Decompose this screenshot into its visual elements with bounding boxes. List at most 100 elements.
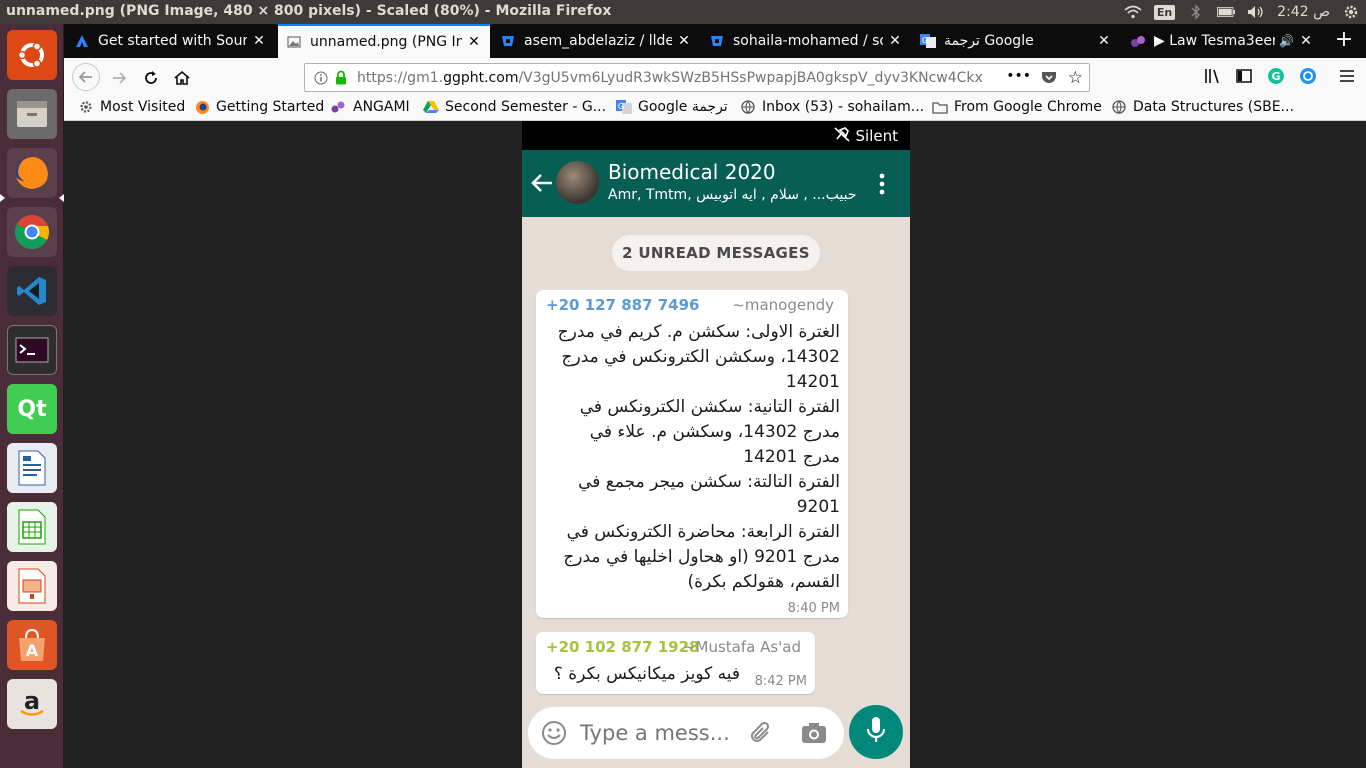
terminal-icon[interactable] (7, 325, 57, 375)
tab-label: sohaila-mohamed / so (733, 33, 883, 49)
camera-icon[interactable] (801, 722, 827, 748)
grammarly-icon[interactable]: G (1267, 67, 1285, 89)
bookmark-from-google-chrome[interactable]: From Google Chrome (932, 99, 1102, 115)
bitbucket-icon (500, 33, 516, 49)
svg-text:G: G (922, 36, 928, 45)
tab-unnamed-png[interactable]: unnamed.png (PNG In ✕ (278, 24, 490, 58)
bookmark-second-semester[interactable]: Second Semester - G... (423, 99, 606, 115)
volume-icon[interactable] (1247, 4, 1265, 20)
group-members[interactable]: Amr, Tmtm, حبيب... , سلام , ايه اتوبيس (608, 187, 868, 203)
bookmark-label: Inbox (53) - sohailam... (762, 99, 925, 115)
svg-text:a: a (24, 687, 40, 715)
close-icon[interactable]: ✕ (676, 33, 692, 49)
libreoffice-impress-icon[interactable] (7, 561, 57, 611)
gear-icon (78, 99, 94, 115)
message-input[interactable] (580, 719, 730, 747)
tab-asem-abdelaziz[interactable]: asem_abdelaziz / llder ✕ (492, 24, 700, 58)
top-panel: unnamed.png (PNG Image, 480 × 800 pixels… (0, 0, 1366, 24)
close-icon[interactable]: ✕ (1298, 33, 1314, 49)
tab-label: asem_abdelaziz / llder (524, 33, 672, 49)
libreoffice-calc-icon[interactable] (7, 502, 57, 552)
folder-icon (932, 99, 948, 115)
atlassian-icon (74, 33, 90, 49)
bitbucket-icon (709, 33, 725, 49)
tab-get-started[interactable]: Get started with Sourc ✕ (66, 24, 275, 58)
tab-google-translate[interactable]: G ترجمة Google ✕ (912, 24, 1120, 58)
launcher: Qt A a (0, 24, 64, 768)
back-arrow-icon[interactable] (531, 173, 553, 197)
emoji-icon[interactable] (541, 720, 567, 750)
window-title: unnamed.png (PNG Image, 480 × 800 pixels… (6, 3, 612, 19)
sidebar-icon[interactable] (1236, 68, 1252, 88)
speaker-icon[interactable]: 🔊 (1279, 34, 1294, 48)
paperclip-icon[interactable] (748, 720, 774, 750)
software-center-icon[interactable]: A (7, 620, 57, 670)
angami-icon (331, 99, 347, 115)
sender-phone[interactable]: +20 127 887 7496 (546, 296, 699, 314)
bookmark-getting-started[interactable]: Getting Started (194, 99, 324, 115)
music-icon (1130, 33, 1146, 49)
chrome-icon[interactable] (7, 207, 57, 257)
back-button[interactable] (72, 63, 100, 91)
voice-message-button[interactable] (849, 705, 903, 759)
bookmark-data-structures[interactable]: Data Structures (SBE... (1111, 99, 1294, 115)
files-icon[interactable] (7, 89, 57, 139)
chat-header: Biomedical 2020 Amr, Tmtm, حبيب... , سلا… (522, 150, 910, 217)
amazon-icon[interactable]: a (7, 679, 57, 729)
menu-icon[interactable] (1339, 68, 1355, 87)
clock[interactable]: 2:42 ص (1277, 4, 1330, 20)
bookmark-star-icon[interactable]: ☆ (1068, 68, 1083, 88)
sender-phone[interactable]: +20 102 877 1928 (546, 638, 699, 656)
bookmark-label: Getting Started (216, 99, 325, 115)
message-bubble[interactable]: +20 102 877 1928 ~Mustafa As'ad فيه كويز… (536, 632, 815, 694)
close-icon[interactable]: ✕ (887, 33, 903, 49)
page-actions-button[interactable]: ••• (1006, 68, 1031, 84)
chat-body[interactable]: 2 UNREAD MESSAGES +20 127 887 7496 ~mano… (522, 217, 910, 768)
close-icon[interactable]: ✕ (251, 33, 267, 49)
tab-sohaila-mohamed[interactable]: sohaila-mohamed / so ✕ (701, 24, 911, 58)
url-scheme: https://gm1. (357, 69, 444, 86)
url-bar[interactable]: https://gm1.ggpht.com/V3gU5vm6LyudR3wkSW… (304, 63, 1090, 92)
home-button[interactable] (169, 65, 195, 91)
group-avatar[interactable] (556, 161, 599, 204)
group-name[interactable]: Biomedical 2020 (608, 160, 776, 184)
silent-indicator: Silent (833, 126, 898, 146)
unread-messages-banner: 2 UNREAD MESSAGES (612, 235, 820, 271)
library-icon[interactable] (1204, 68, 1222, 88)
lock-icon[interactable] (335, 70, 349, 86)
whatsapp-screenshot[interactable]: Silent Biomedical 2020 Amr, Tmtm, حبيب..… (522, 121, 910, 768)
message-bubble[interactable]: +20 127 887 7496 ~manogendy الغترة الاول… (536, 290, 848, 618)
forward-button[interactable] (106, 65, 132, 91)
ubuntu-dash-icon[interactable] (7, 30, 57, 80)
wifi-icon[interactable] (1124, 4, 1142, 20)
vscode-icon[interactable] (7, 266, 57, 316)
qt-creator-icon[interactable]: Qt (7, 384, 57, 434)
bookmark-most-visited[interactable]: Most Visited (78, 99, 185, 115)
overflow-menu-icon[interactable] (878, 172, 886, 200)
extension-icon[interactable] (1299, 67, 1317, 89)
close-icon[interactable]: ✕ (1096, 33, 1112, 49)
globe-icon (740, 99, 756, 115)
bookmark-label: Google ترجمة (638, 99, 728, 115)
reload-button[interactable] (138, 65, 164, 91)
keyboard-layout-indicator[interactable]: En (1153, 4, 1176, 20)
firefox-icon[interactable] (7, 148, 57, 198)
google-translate-icon: G (616, 99, 632, 115)
new-tab-button[interactable]: + (1332, 29, 1356, 53)
url-text[interactable]: https://gm1.ggpht.com/V3gU5vm6LyudR3wkSW… (357, 70, 997, 86)
message-composer (528, 707, 844, 759)
info-icon[interactable] (313, 70, 329, 86)
pocket-icon[interactable] (1041, 70, 1057, 89)
bookmark-google-translate[interactable]: G Google ترجمة (616, 99, 728, 115)
google-translate-icon: G (920, 33, 936, 49)
message-time: 8:42 PM (754, 674, 807, 689)
libreoffice-writer-icon[interactable] (7, 443, 57, 493)
battery-icon[interactable] (1217, 4, 1236, 20)
bookmark-inbox[interactable]: Inbox (53) - sohailam... (740, 99, 924, 115)
close-icon[interactable]: ✕ (466, 34, 482, 50)
bookmark-angami[interactable]: ANGAMI (331, 99, 410, 115)
bluetooth-icon[interactable] (1187, 4, 1205, 20)
silent-icon (833, 126, 850, 146)
gear-icon[interactable] (1342, 4, 1360, 20)
tab-law-tesma3eeny[interactable]: ▶ Law Tesma3eeny 🔊 ✕ (1122, 24, 1322, 58)
